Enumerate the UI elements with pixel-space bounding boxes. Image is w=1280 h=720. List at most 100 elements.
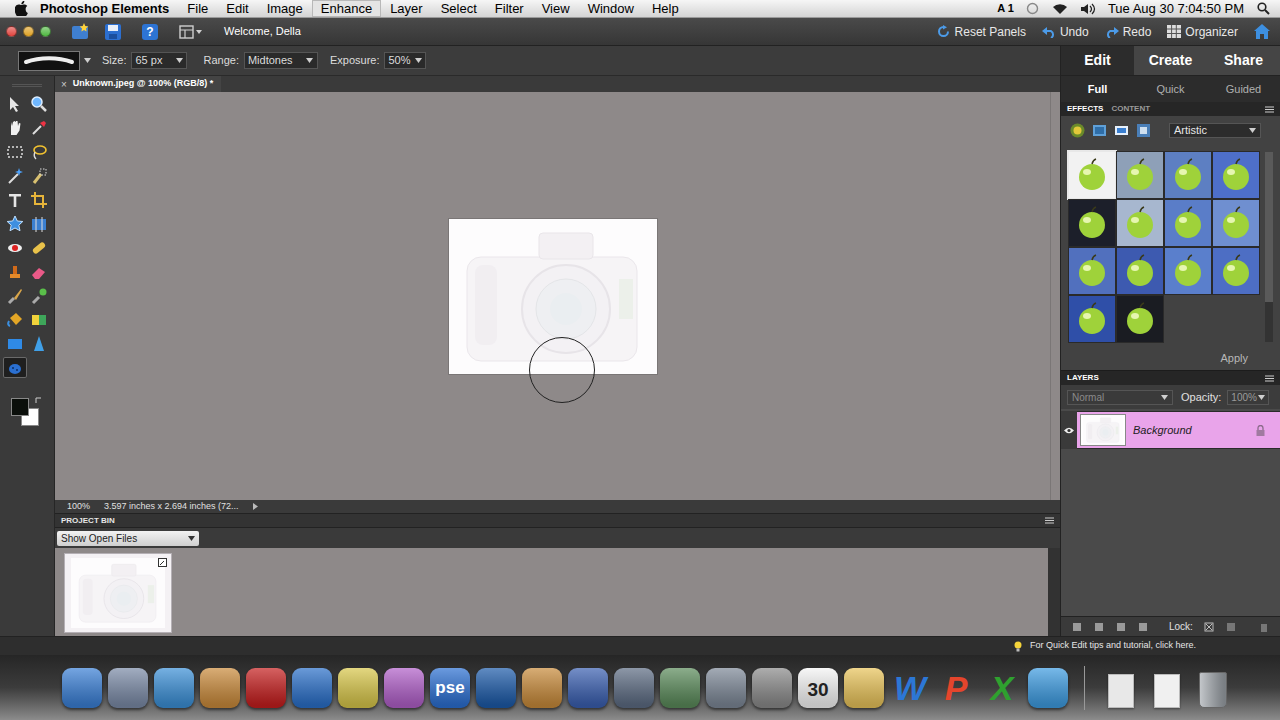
adjustment-layer-icon[interactable] <box>1115 621 1127 633</box>
gradient-tool-icon[interactable] <box>27 309 51 330</box>
home-icon[interactable] <box>1254 24 1270 40</box>
new-icon[interactable] <box>69 22 91 42</box>
close-tab-button[interactable]: × <box>61 77 67 92</box>
mode-tab[interactable]: Edit <box>1061 46 1134 75</box>
dock-item[interactable]: W <box>890 668 930 708</box>
edit-mode-tab[interactable]: Quick <box>1134 76 1207 102</box>
search-icon[interactable] <box>1256 2 1270 16</box>
info-arrow-icon[interactable] <box>253 503 259 511</box>
toolbox-grip[interactable] <box>12 84 42 87</box>
effect-thumbnail[interactable] <box>1069 296 1115 342</box>
foreground-color-swatch[interactable] <box>11 398 29 416</box>
menu-item[interactable]: Edit <box>217 0 257 17</box>
lasso-tool-icon[interactable] <box>27 141 51 162</box>
volume-icon[interactable] <box>1080 2 1096 16</box>
dock-item[interactable] <box>1028 668 1068 708</box>
opacity-field[interactable]: 100% <box>1227 390 1269 405</box>
dock-item[interactable] <box>200 668 240 708</box>
menu-item[interactable]: View <box>533 0 579 17</box>
layer-row[interactable]: Background <box>1061 411 1280 449</box>
canvas[interactable] <box>55 92 1050 500</box>
effect-thumbnail[interactable] <box>1165 248 1211 294</box>
menu-item[interactable]: Help <box>643 0 688 17</box>
panel-menu-icon[interactable] <box>1264 374 1274 382</box>
tips-link[interactable]: For Quick Edit tips and tutorial, click … <box>1030 639 1196 653</box>
dock-item[interactable] <box>1193 668 1233 708</box>
dock-item[interactable] <box>292 668 332 708</box>
dock-item[interactable]: P <box>936 668 976 708</box>
dock-item[interactable] <box>108 668 148 708</box>
effect-thumbnail[interactable] <box>1165 200 1211 246</box>
zoom-level[interactable]: 100% <box>67 500 90 514</box>
smart-brush-tool-icon[interactable] <box>27 285 51 306</box>
mode-tab[interactable]: Share <box>1207 46 1280 75</box>
edit-mode-tab[interactable]: Guided <box>1207 76 1280 102</box>
magic-wand-tool-icon[interactable] <box>3 165 27 186</box>
redo-button[interactable]: Redo <box>1105 23 1152 41</box>
red-eye-tool-icon[interactable] <box>3 237 27 258</box>
dock-item[interactable] <box>568 668 608 708</box>
dock-item[interactable] <box>338 668 378 708</box>
effect-thumbnail[interactable] <box>1069 248 1115 294</box>
shape-tool-icon[interactable] <box>3 333 27 354</box>
dock-item[interactable] <box>522 668 562 708</box>
recompose-tool-icon[interactable] <box>27 213 51 234</box>
sync-icon[interactable] <box>1026 2 1040 16</box>
dock-item[interactable]: X <box>982 668 1022 708</box>
input-menu[interactable]: A 1 <box>997 3 1014 14</box>
zoom-tool-icon[interactable] <box>27 93 51 114</box>
clock[interactable]: Tue Aug 30 7:04:50 PM <box>1108 2 1244 15</box>
dock-item[interactable]: pse <box>430 668 470 708</box>
mask-icon[interactable] <box>1137 621 1149 633</box>
panel-tab[interactable]: CONTENT <box>1109 103 1152 115</box>
close-button[interactable] <box>6 26 17 37</box>
effect-thumbnail[interactable] <box>1069 152 1115 198</box>
show-all-icon[interactable] <box>1135 122 1151 138</box>
effects-scrollbar[interactable] <box>1265 152 1273 342</box>
menu-item[interactable]: Layer <box>381 0 432 17</box>
menu-item[interactable]: Filter <box>486 0 533 17</box>
show-files-dropdown[interactable]: Show Open Files <box>57 531 199 546</box>
range-dropdown[interactable]: Midtones <box>244 52 318 69</box>
cookie-cutter-tool-icon[interactable] <box>3 213 27 234</box>
panel-menu-icon[interactable] <box>1044 517 1054 525</box>
effect-thumbnail[interactable] <box>1213 152 1259 198</box>
clone-stamp-tool-icon[interactable] <box>3 261 27 282</box>
dock-item[interactable] <box>844 668 884 708</box>
image[interactable] <box>449 219 657 374</box>
effect-thumbnail[interactable] <box>1117 152 1163 198</box>
panel-tab[interactable]: EFFECTS <box>1065 103 1105 115</box>
effect-thumbnail[interactable] <box>1117 248 1163 294</box>
eyedropper-tool-icon[interactable] <box>27 117 51 138</box>
delete-layer-icon[interactable] <box>1258 621 1270 633</box>
styles-icon[interactable] <box>1091 122 1107 138</box>
sponge-tool-icon[interactable] <box>3 357 27 378</box>
menu-item[interactable]: File <box>178 0 217 17</box>
minimize-button[interactable] <box>23 26 34 37</box>
swap-colors-icon[interactable] <box>35 396 43 404</box>
size-field[interactable]: 65 px <box>131 52 187 69</box>
type-tool-icon[interactable] <box>3 189 27 210</box>
save-icon[interactable] <box>102 22 124 42</box>
mode-tab[interactable]: Create <box>1134 46 1207 75</box>
dock-item[interactable] <box>706 668 746 708</box>
effect-thumbnail[interactable] <box>1069 200 1115 246</box>
new-group-icon[interactable] <box>1093 621 1105 633</box>
vertical-scrollbar[interactable] <box>1050 92 1060 500</box>
move-tool-icon[interactable] <box>3 93 27 114</box>
scroll-thumb[interactable] <box>1265 152 1273 302</box>
reset-panels-button[interactable]: Reset Panels <box>937 23 1026 41</box>
dock-item[interactable] <box>154 668 194 708</box>
menu-item[interactable]: Window <box>579 0 643 17</box>
lock-transparency-icon[interactable] <box>1225 621 1237 633</box>
effect-thumbnail[interactable] <box>1165 152 1211 198</box>
dock-item[interactable] <box>752 668 792 708</box>
paint-bucket-tool-icon[interactable] <box>3 309 27 330</box>
eraser-tool-icon[interactable] <box>27 261 51 282</box>
photo-effects-icon[interactable] <box>1113 122 1129 138</box>
menu-item[interactable]: Enhance <box>312 0 381 17</box>
effect-thumbnail[interactable] <box>1213 200 1259 246</box>
wifi-icon[interactable] <box>1052 2 1068 16</box>
brush-tool-icon[interactable] <box>3 285 27 306</box>
help-button[interactable]: ? <box>142 24 158 40</box>
